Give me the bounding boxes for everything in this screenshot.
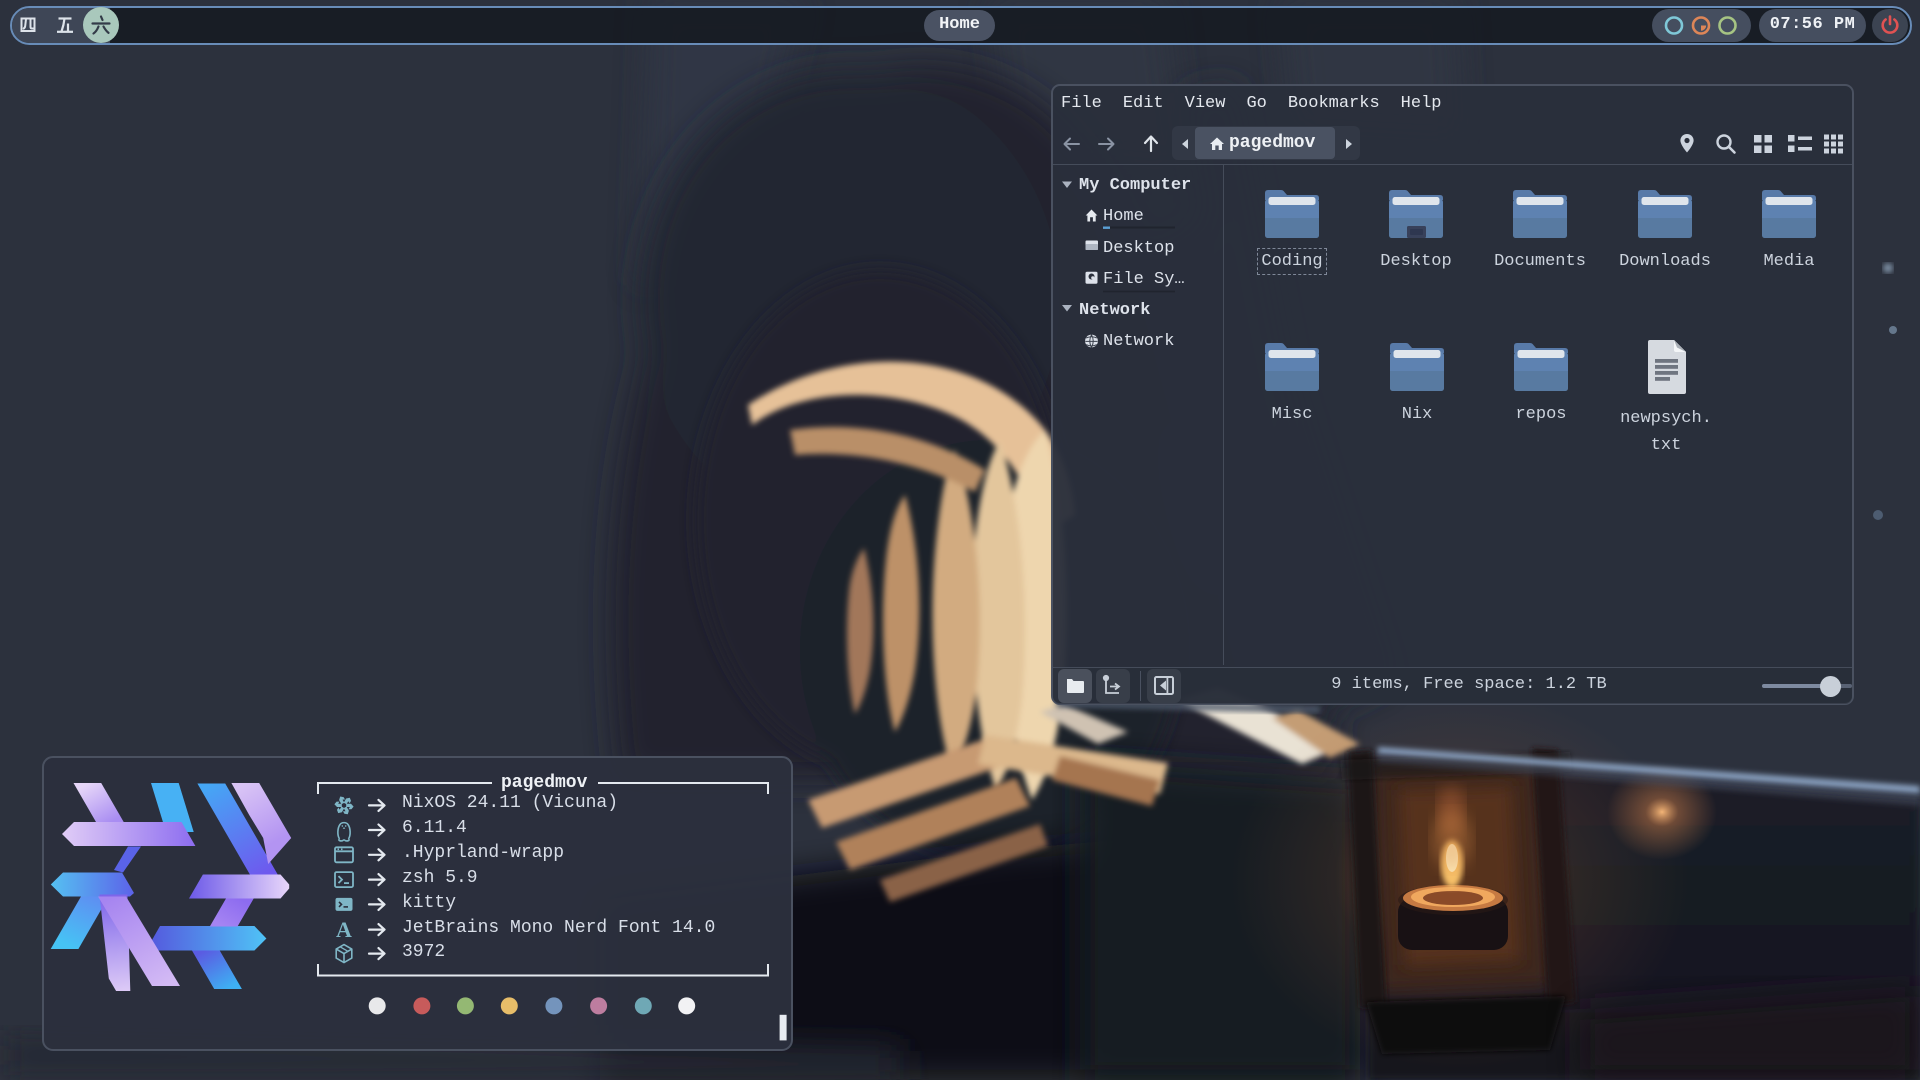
svg-text:A: A bbox=[336, 917, 352, 942]
